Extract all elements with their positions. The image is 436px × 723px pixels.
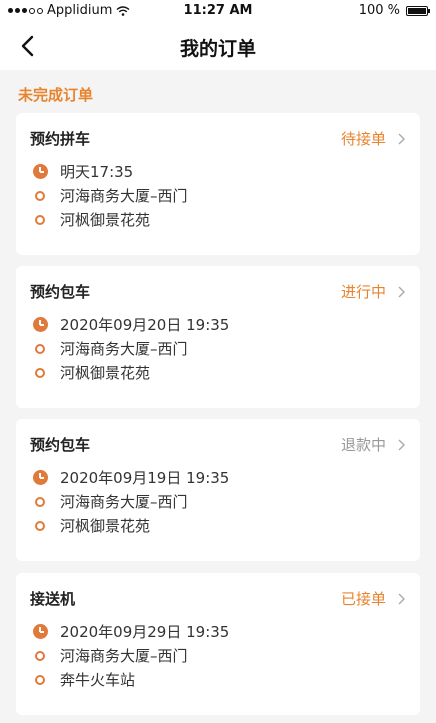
order-to: 河枫御景花苑 bbox=[60, 364, 151, 382]
origin-dot-icon bbox=[32, 648, 48, 664]
order-time-row: 明天17:35 bbox=[32, 161, 133, 182]
order-time-row: 2020年09月19日 19:35 bbox=[32, 467, 229, 488]
order-card[interactable]: 预约拼车 待接单 明天17:35 河海商务大厦–西门 河枫御景花苑 bbox=[16, 113, 420, 255]
order-from-row: 河海商务大厦–西门 bbox=[32, 645, 188, 666]
chevron-right-icon bbox=[398, 286, 405, 298]
order-to-row: 奔牛火车站 bbox=[32, 669, 135, 690]
order-time-row: 2020年09月29日 19:35 bbox=[32, 621, 229, 642]
order-from: 河海商务大厦–西门 bbox=[60, 340, 188, 358]
page-title: 我的订单 bbox=[179, 38, 256, 60]
destination-dot-icon bbox=[32, 212, 48, 228]
order-from: 河海商务大厦–西门 bbox=[60, 493, 188, 511]
order-type: 预约拼车 bbox=[30, 130, 91, 148]
order-to-row: 河枫御景花苑 bbox=[32, 515, 150, 536]
order-to: 河枫御景花苑 bbox=[60, 211, 151, 229]
order-type: 预约包车 bbox=[30, 283, 91, 301]
battery-fill bbox=[408, 7, 426, 14]
clock-icon bbox=[32, 317, 48, 333]
destination-dot-icon bbox=[32, 672, 48, 688]
order-type: 接送机 bbox=[30, 590, 76, 608]
origin-dot-icon bbox=[32, 494, 48, 510]
battery-percent: 100 % bbox=[358, 3, 400, 18]
order-from: 河海商务大厦–西门 bbox=[60, 187, 188, 205]
order-status: 进行中 bbox=[340, 283, 386, 301]
order-time: 2020年09月19日 19:35 bbox=[60, 469, 230, 487]
chevron-right-icon bbox=[398, 133, 405, 145]
destination-dot-icon bbox=[32, 518, 48, 534]
order-to: 河枫御景花苑 bbox=[60, 517, 151, 535]
clock-icon bbox=[32, 470, 48, 486]
order-card[interactable]: 预约包车 进行中 2020年09月20日 19:35 河海商务大厦–西门 河枫御… bbox=[16, 266, 420, 408]
chevron-right-icon bbox=[398, 439, 405, 451]
order-from-row: 河海商务大厦–西门 bbox=[32, 185, 188, 206]
order-from: 河海商务大厦–西门 bbox=[60, 647, 188, 665]
order-time: 2020年09月29日 19:35 bbox=[60, 623, 230, 641]
order-time: 明天17:35 bbox=[60, 163, 134, 181]
order-to: 奔牛火车站 bbox=[60, 671, 136, 689]
origin-dot-icon bbox=[32, 341, 48, 357]
status-bar: Applidium 11:27 AM 100 % bbox=[0, 0, 436, 22]
destination-dot-icon bbox=[32, 365, 48, 381]
nav-bar: 我的订单 bbox=[0, 22, 436, 70]
order-type: 预约包车 bbox=[30, 436, 91, 454]
chevron-right-icon bbox=[398, 593, 405, 605]
origin-dot-icon bbox=[32, 188, 48, 204]
clock-icon bbox=[32, 164, 48, 180]
order-card[interactable]: 接送机 已接单 2020年09月29日 19:35 河海商务大厦–西门 奔牛火车… bbox=[16, 573, 420, 715]
section-title: 未完成订单 bbox=[18, 86, 94, 104]
order-time: 2020年09月20日 19:35 bbox=[60, 316, 230, 334]
order-to-row: 河枫御景花苑 bbox=[32, 362, 150, 383]
order-status: 已接单 bbox=[340, 590, 386, 608]
header: Applidium 11:27 AM 100 % 我的订单 bbox=[0, 0, 436, 70]
clock-icon bbox=[32, 624, 48, 640]
order-card[interactable]: 预约包车 退款中 2020年09月19日 19:35 河海商务大厦–西门 河枫御… bbox=[16, 419, 420, 561]
order-time-row: 2020年09月20日 19:35 bbox=[32, 314, 229, 335]
order-from-row: 河海商务大厦–西门 bbox=[32, 491, 188, 512]
status-right: 100 % bbox=[358, 3, 430, 18]
battery-icon bbox=[406, 5, 430, 16]
order-from-row: 河海商务大厦–西门 bbox=[32, 338, 188, 359]
order-to-row: 河枫御景花苑 bbox=[32, 209, 150, 230]
order-status: 退款中 bbox=[340, 436, 386, 454]
order-status: 待接单 bbox=[340, 130, 386, 148]
